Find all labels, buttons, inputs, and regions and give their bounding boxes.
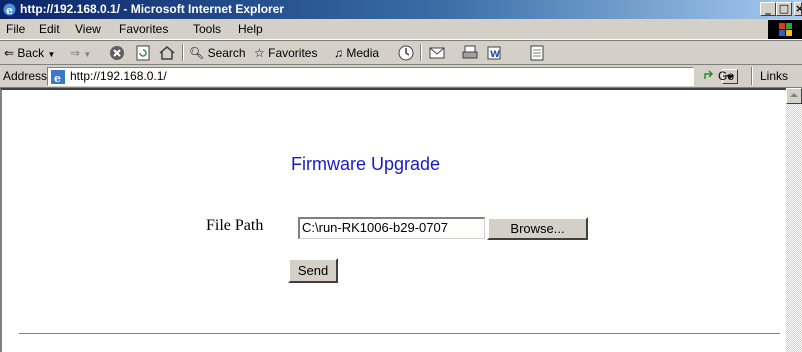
scroll-up-icon[interactable]: [786, 88, 802, 104]
toolbar: ⇐ Back ▼ ⇒ ▼ 🔍︎ Search ☆ Favorites ♫ Med…: [0, 40, 802, 65]
menu-help[interactable]: Help: [238, 22, 263, 36]
stop-icon[interactable]: [108, 44, 126, 62]
vertical-scrollbar[interactable]: [786, 88, 802, 352]
favorites-label: Favorites: [268, 46, 318, 60]
links-button[interactable]: Links: [760, 69, 788, 83]
go-label: Go: [718, 69, 735, 83]
forward-button[interactable]: ⇒ ▼: [70, 44, 91, 62]
title-bar: e http://192.168.0.1/ - Microsoft Intern…: [0, 0, 802, 19]
media-button[interactable]: ♫ Media: [334, 44, 379, 62]
home-icon[interactable]: [158, 44, 176, 62]
file-path-label: File Path: [206, 217, 264, 234]
search-button[interactable]: 🔍︎ Search: [189, 44, 246, 62]
svg-text:e: e: [6, 4, 13, 17]
media-label: Media: [346, 46, 380, 60]
chevron-down-icon: ▼: [83, 50, 92, 59]
favorites-icon: ☆: [254, 46, 265, 60]
edit-icon[interactable]: W: [485, 44, 503, 62]
go-button[interactable]: Go: [702, 67, 734, 85]
toolbar-separator: [182, 44, 184, 61]
ie-icon: e: [3, 3, 16, 17]
refresh-icon[interactable]: [134, 44, 152, 62]
toolbar-separator: [420, 44, 422, 61]
address-label: Address: [3, 69, 48, 83]
file-path-input[interactable]: C:\run-RK1006-b29-0707: [298, 217, 485, 239]
address-url: http://192.168.0.1/: [70, 69, 167, 83]
history-icon[interactable]: [397, 44, 415, 62]
svg-text:e: e: [54, 72, 61, 85]
search-icon: 🔍︎: [189, 46, 205, 60]
back-button[interactable]: ⇐ Back ▼: [4, 44, 55, 62]
close-icon[interactable]: ×: [794, 2, 802, 16]
send-button[interactable]: Send: [288, 258, 338, 283]
go-arrow-icon: [704, 70, 714, 79]
favorites-button[interactable]: ☆ Favorites: [254, 44, 317, 62]
print-icon[interactable]: [461, 44, 479, 62]
windows-logo-icon: [768, 20, 802, 39]
forward-arrow-icon: ⇒: [70, 46, 81, 60]
chevron-down-icon: ▼: [47, 50, 56, 59]
menu-favorites[interactable]: Favorites: [119, 22, 168, 36]
page-title: Firmware Upgrade: [291, 154, 441, 174]
media-icon: ♫: [334, 46, 343, 60]
menu-view[interactable]: View: [75, 22, 101, 36]
page-content: Firmware Upgrade File Path C:\run-RK1006…: [0, 88, 802, 352]
address-bar: Address e http://192.168.0.1/ Go Links: [0, 65, 802, 88]
minimize-icon[interactable]: _: [760, 2, 776, 16]
back-label: Back: [17, 46, 45, 60]
search-label: Search: [207, 46, 246, 60]
menu-file[interactable]: File: [6, 22, 25, 36]
window-title: http://192.168.0.1/ - Microsoft Internet…: [20, 2, 285, 16]
maximize-icon[interactable]: □: [776, 2, 792, 16]
discuss-icon[interactable]: [528, 44, 546, 62]
svg-text:W: W: [490, 50, 500, 60]
menu-tools[interactable]: Tools: [193, 22, 221, 36]
address-input[interactable]: e http://192.168.0.1/: [47, 67, 738, 86]
page-icon: e: [51, 70, 65, 85]
mail-icon[interactable]: [428, 44, 446, 62]
menu-edit[interactable]: Edit: [39, 22, 60, 36]
links-separator: [751, 67, 753, 85]
back-arrow-icon: ⇐: [4, 46, 15, 60]
menu-bar: File Edit View Favorites Tools Help: [0, 19, 802, 40]
browse-button[interactable]: Browse...: [487, 217, 588, 240]
horizontal-rule: [19, 333, 780, 335]
